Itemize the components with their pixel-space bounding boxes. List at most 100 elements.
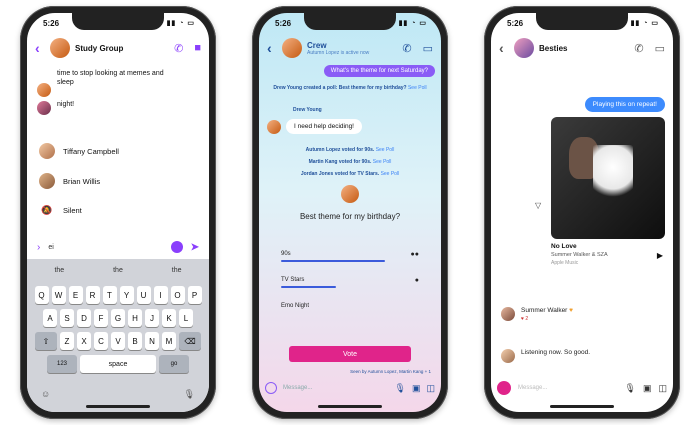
group-avatar[interactable]	[514, 38, 534, 58]
sticker-icon[interactable]: ◫	[426, 383, 435, 394]
phone-call-icon[interactable]: ✆	[634, 42, 643, 55]
key[interactable]: X	[77, 332, 91, 350]
message-input[interactable]: ei	[48, 244, 162, 251]
space-key[interactable]: space	[80, 355, 156, 373]
key[interactable]: K	[162, 309, 176, 327]
key[interactable]: I	[153, 286, 168, 304]
microphone-icon[interactable]: 🎙	[395, 383, 406, 394]
key[interactable]: B	[128, 332, 142, 350]
message-composer: Message... 🎙 ▣ ◫	[265, 378, 435, 398]
video-call-icon[interactable]: ▭	[423, 42, 433, 55]
key[interactable]: H	[128, 309, 142, 327]
key[interactable]: L	[179, 309, 193, 327]
key[interactable]: Z	[60, 332, 74, 350]
phone-call-icon[interactable]: ✆	[402, 42, 411, 55]
emoji-icon[interactable]	[170, 241, 183, 253]
chat-header: ‹ Besties ✆ ▭	[491, 33, 673, 63]
see-poll-link[interactable]: See Poll	[373, 159, 392, 165]
suggestion[interactable]: the	[54, 267, 64, 274]
keyboard-footer: ☺ 🎙	[41, 389, 195, 400]
member-row[interactable]: Brian Willis	[39, 173, 199, 189]
sender-avatar	[37, 101, 51, 115]
video-call-icon[interactable]: ▭	[655, 42, 665, 55]
suggestion[interactable]: the	[113, 267, 123, 274]
message-text-content: Summer Walker	[521, 307, 568, 314]
camera-icon[interactable]	[497, 381, 511, 395]
camera-icon[interactable]	[265, 382, 277, 394]
message-input[interactable]: Message...	[283, 385, 389, 391]
suggestion[interactable]: the	[172, 267, 182, 274]
play-icon[interactable]: ▶	[657, 251, 663, 260]
chat-title[interactable]: Crew	[307, 41, 391, 50]
phone-call-icon[interactable]: ✆	[174, 42, 183, 55]
key[interactable]: J	[145, 309, 159, 327]
key[interactable]: O	[170, 286, 185, 304]
reaction-count[interactable]: ♥ 2	[521, 316, 573, 322]
microphone-icon[interactable]: 🎙	[184, 389, 195, 400]
song-artist: Summer Walker & SZA	[551, 252, 608, 258]
key[interactable]: G	[111, 309, 125, 327]
phone-crew: 5:26 ▮▮ ◔ ▭ ‹ Crew Autumn Lopez is activ…	[252, 6, 448, 419]
back-chevron-icon[interactable]: ‹	[35, 40, 45, 56]
see-poll-link[interactable]: See Poll	[408, 85, 427, 91]
vote-button[interactable]: Vote	[289, 346, 411, 362]
poll-option[interactable]: Emo Night	[281, 303, 419, 309]
key[interactable]: W	[51, 286, 66, 304]
album-art[interactable]	[551, 117, 665, 239]
share-icon[interactable]: ▽	[535, 201, 541, 210]
video-call-icon[interactable]: ■	[194, 42, 201, 54]
backspace-key-icon[interactable]: ⌫	[179, 332, 201, 350]
phone-screen: 5:26 ▮▮ ◔ ▭ ‹ Besties ✆ ▭ Playing this o…	[491, 13, 673, 412]
group-avatar[interactable]	[282, 38, 302, 58]
microphone-icon[interactable]: 🎙	[625, 383, 636, 394]
key[interactable]: E	[68, 286, 83, 304]
collapse-chevron-icon[interactable]: ›	[37, 242, 40, 253]
gallery-icon[interactable]: ▣	[412, 383, 421, 394]
sticker-icon[interactable]: ◫	[658, 383, 667, 394]
key[interactable]: Q	[34, 286, 49, 304]
vote-notice: Martin Kang voted for 90s. See Poll	[267, 159, 433, 165]
gallery-icon[interactable]: ▣	[643, 383, 652, 394]
key[interactable]: P	[187, 286, 202, 304]
key[interactable]: A	[43, 309, 57, 327]
key[interactable]: U	[136, 286, 151, 304]
message-row: Summer Walker ♥ ♥ 2	[501, 307, 663, 322]
numbers-key[interactable]: 123	[47, 355, 77, 373]
status-time: 5:26	[43, 18, 60, 28]
key[interactable]: T	[102, 286, 117, 304]
key[interactable]: D	[77, 309, 91, 327]
message-input[interactable]: Message...	[518, 385, 618, 391]
send-icon[interactable]: ➤	[191, 242, 199, 253]
song-card[interactable]: No Love Summer Walker & SZA Apple Music …	[551, 243, 665, 266]
see-poll-link[interactable]: See Poll	[376, 147, 395, 153]
back-chevron-icon[interactable]: ‹	[499, 40, 509, 56]
poll-option[interactable]: 90s ●●	[281, 251, 419, 262]
home-indicator	[318, 405, 382, 408]
chat-subtitle: Autumn Lopez is active now	[307, 49, 370, 56]
member-row[interactable]: 🔕 Silent	[39, 205, 199, 216]
key[interactable]: M	[162, 332, 176, 350]
poll-card: Best theme for my birthday?	[271, 185, 429, 222]
key[interactable]: C	[94, 332, 108, 350]
member-avatar	[39, 143, 55, 159]
shift-key-icon[interactable]: ⇧	[35, 332, 57, 350]
chat-title[interactable]: Study Group	[75, 44, 163, 53]
member-row[interactable]: Tiffany Campbell	[39, 143, 199, 159]
group-avatar[interactable]	[50, 38, 70, 58]
poll-option-label: Emo Night	[281, 303, 310, 309]
key[interactable]: F	[94, 309, 108, 327]
key[interactable]: N	[145, 332, 159, 350]
key[interactable]: Y	[119, 286, 134, 304]
key[interactable]: V	[111, 332, 125, 350]
key[interactable]: S	[60, 309, 74, 327]
key[interactable]: R	[85, 286, 100, 304]
back-chevron-icon[interactable]: ‹	[267, 40, 277, 56]
message-composer: Message... 🎙 ▣ ◫	[497, 378, 667, 398]
chat-title[interactable]: Besties	[539, 44, 623, 53]
poll-creator-avatar	[341, 185, 359, 203]
see-poll-link[interactable]: See Poll	[381, 171, 400, 177]
emoji-keyboard-icon[interactable]: ☺	[41, 389, 50, 400]
poll-option[interactable]: TV Stars ●	[281, 277, 419, 288]
poll-created-notice: Drew Young created a poll: Best theme fo…	[267, 85, 433, 91]
go-key[interactable]: go	[159, 355, 189, 373]
